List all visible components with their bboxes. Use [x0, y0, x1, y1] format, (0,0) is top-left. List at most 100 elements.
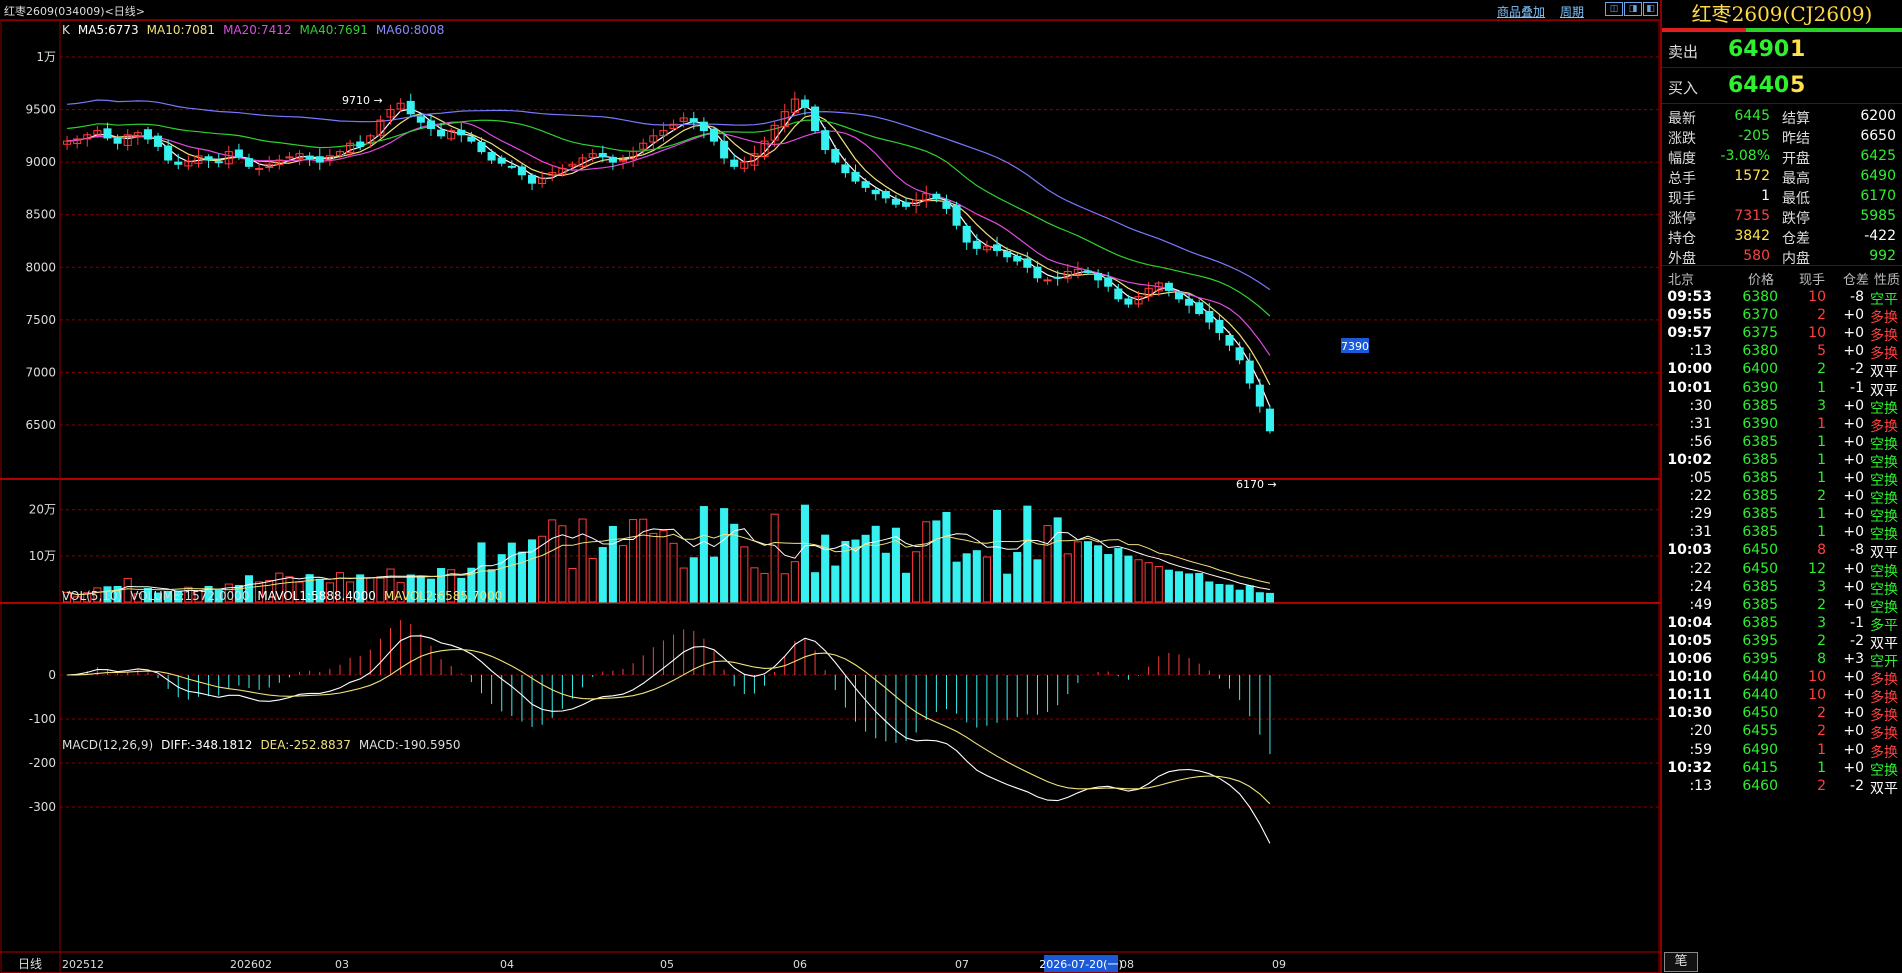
macd-tick-label: -100 [29, 712, 56, 726]
tick-cell: 09:57 [1667, 325, 1712, 342]
tick-cell: 6385 [1742, 596, 1778, 613]
candle-body [356, 141, 365, 147]
candle-body [1205, 310, 1214, 323]
kline-chart[interactable]: 1万 9500 9000 8500 8000 7500 7000 6500 20万 10万 0 -10… [0, 20, 1660, 973]
tick-cell: :13 [1689, 343, 1712, 360]
tick-cell: 8 [1817, 651, 1826, 667]
tick-cell: 6375 [1742, 325, 1778, 342]
candle-body [406, 100, 415, 115]
candle-body [1185, 298, 1194, 306]
volume-bar [558, 525, 567, 603]
tick-list[interactable]: 09:53 6380 10 -8 空平 09:55 6370 2 +0 多换 09:57 6375 10… [1662, 287, 1902, 947]
candle [174, 153, 183, 170]
candlesticks[interactable] [63, 91, 1274, 434]
stat-value: 1572 [1734, 168, 1770, 184]
volume-bar [740, 546, 749, 603]
cursor-date-label: 2026-07-20(一) [1039, 958, 1123, 971]
bid-row[interactable]: 买入 6440 5 [1662, 68, 1902, 104]
ask-row[interactable]: 卖出 6490 1 [1662, 32, 1902, 68]
candle [922, 185, 931, 208]
candle [366, 133, 375, 148]
candle-body [992, 244, 1002, 251]
candle [527, 173, 537, 191]
tick-cell: +0 [1843, 325, 1864, 342]
tick-row[interactable]: :13 6460 2 -2 双平 [1662, 776, 1902, 798]
x-tick-label: 07 [955, 958, 969, 971]
tick-header-price: 价格 [1748, 273, 1775, 288]
volume-bar [891, 527, 900, 603]
tick-cell: :24 [1689, 578, 1712, 595]
candle [952, 201, 961, 230]
candle [861, 178, 870, 192]
volume-bar [750, 567, 759, 603]
macd-tick-label: -200 [29, 756, 56, 770]
volume-bar [1195, 573, 1204, 603]
candle-body [689, 118, 698, 123]
volume-bar [1255, 592, 1264, 603]
tab-ticks[interactable]: 笔 [1664, 952, 1698, 972]
volume-bar [770, 513, 779, 603]
ma-legend: K MA5:6773 MA10:7081 MA20:7412 MA40:7691 MA60… [62, 23, 452, 37]
stats-table: 最新 6445 结算 6200 涨跌 -205 昨结 6650 幅度 -3.08% 开盘 6425 总手… [1662, 106, 1902, 267]
volume-legend: VOL(5,10) VOLUME:1572.0000 MAVOL1:5888.400… [62, 589, 510, 603]
tick-cell: :30 [1689, 397, 1712, 414]
volume-bar [1144, 562, 1153, 603]
candle-body [800, 99, 810, 108]
volume-bar [517, 551, 526, 603]
macd_panel-legend-item: MACD:-190.5950 [358, 738, 461, 752]
volume-bar [1185, 573, 1194, 603]
stat-key: 内盘 [1782, 251, 1810, 267]
candle-body [467, 136, 476, 142]
layout-button-2[interactable]: ◨ [1624, 2, 1642, 16]
candle-body [143, 129, 152, 140]
candle [1164, 281, 1173, 297]
volume-bar [598, 547, 607, 603]
tick-cell: 6380 [1742, 289, 1778, 305]
volume-bar [992, 509, 1002, 603]
candle-body [1114, 288, 1123, 300]
candle [73, 135, 82, 149]
tick-cell: 双平 [1870, 780, 1898, 797]
period-link[interactable]: 周期 [1560, 3, 1584, 20]
candle [649, 128, 658, 150]
tick-cell: +0 [1843, 307, 1864, 324]
candle-body [174, 161, 183, 165]
stat-key: 昨结 [1782, 131, 1810, 147]
volume-bar [1154, 566, 1163, 603]
tick-cell: 6385 [1742, 397, 1778, 414]
tick-cell: -2 [1850, 361, 1864, 378]
candle [982, 240, 991, 253]
volume-bar [972, 550, 981, 603]
macd_panel-legend-item: DIFF:-348.1812 [161, 738, 253, 752]
candle-body [255, 167, 264, 170]
tick-header-nature: 性质 [1874, 273, 1901, 288]
candle [578, 153, 587, 169]
candle-body [841, 164, 850, 174]
candle-body [1083, 270, 1093, 274]
layout-button-3[interactable]: ◧ [1643, 2, 1658, 16]
tick-cell: 2 [1817, 596, 1826, 613]
candle [841, 158, 850, 178]
tick-cell: 1 [1817, 433, 1826, 450]
tick-cell: :22 [1689, 560, 1712, 577]
ask-label: 卖出 [1668, 43, 1699, 61]
tick-cell: 12 [1808, 560, 1826, 577]
tick-cell: +0 [1843, 596, 1864, 613]
candle-body [305, 155, 314, 160]
candle-body [871, 189, 880, 195]
layout-button-1[interactable]: ◫ [1605, 2, 1623, 16]
tick-cell: 6385 [1742, 524, 1778, 541]
volume-bar [578, 518, 587, 603]
candle [740, 156, 749, 173]
main_panel-legend-item: MA60:8008 [375, 23, 445, 37]
stat-key: 总手 [1668, 171, 1696, 187]
volume_panel-legend-item: MAVOL1:5888.4000 [257, 589, 376, 603]
candle [517, 164, 526, 180]
tick-cell: 6455 [1742, 723, 1778, 740]
overlay-link[interactable]: 商品叠加 [1497, 3, 1545, 20]
tick-cell: 10:11 [1667, 687, 1712, 704]
y-tick-label: 8000 [25, 260, 56, 274]
tick-cell: :13 [1689, 777, 1712, 794]
volume-bar [800, 504, 810, 603]
macd-legend: MACD(12,26,9) DIFF:-348.1812 DEA:-252.8837… [62, 738, 469, 752]
